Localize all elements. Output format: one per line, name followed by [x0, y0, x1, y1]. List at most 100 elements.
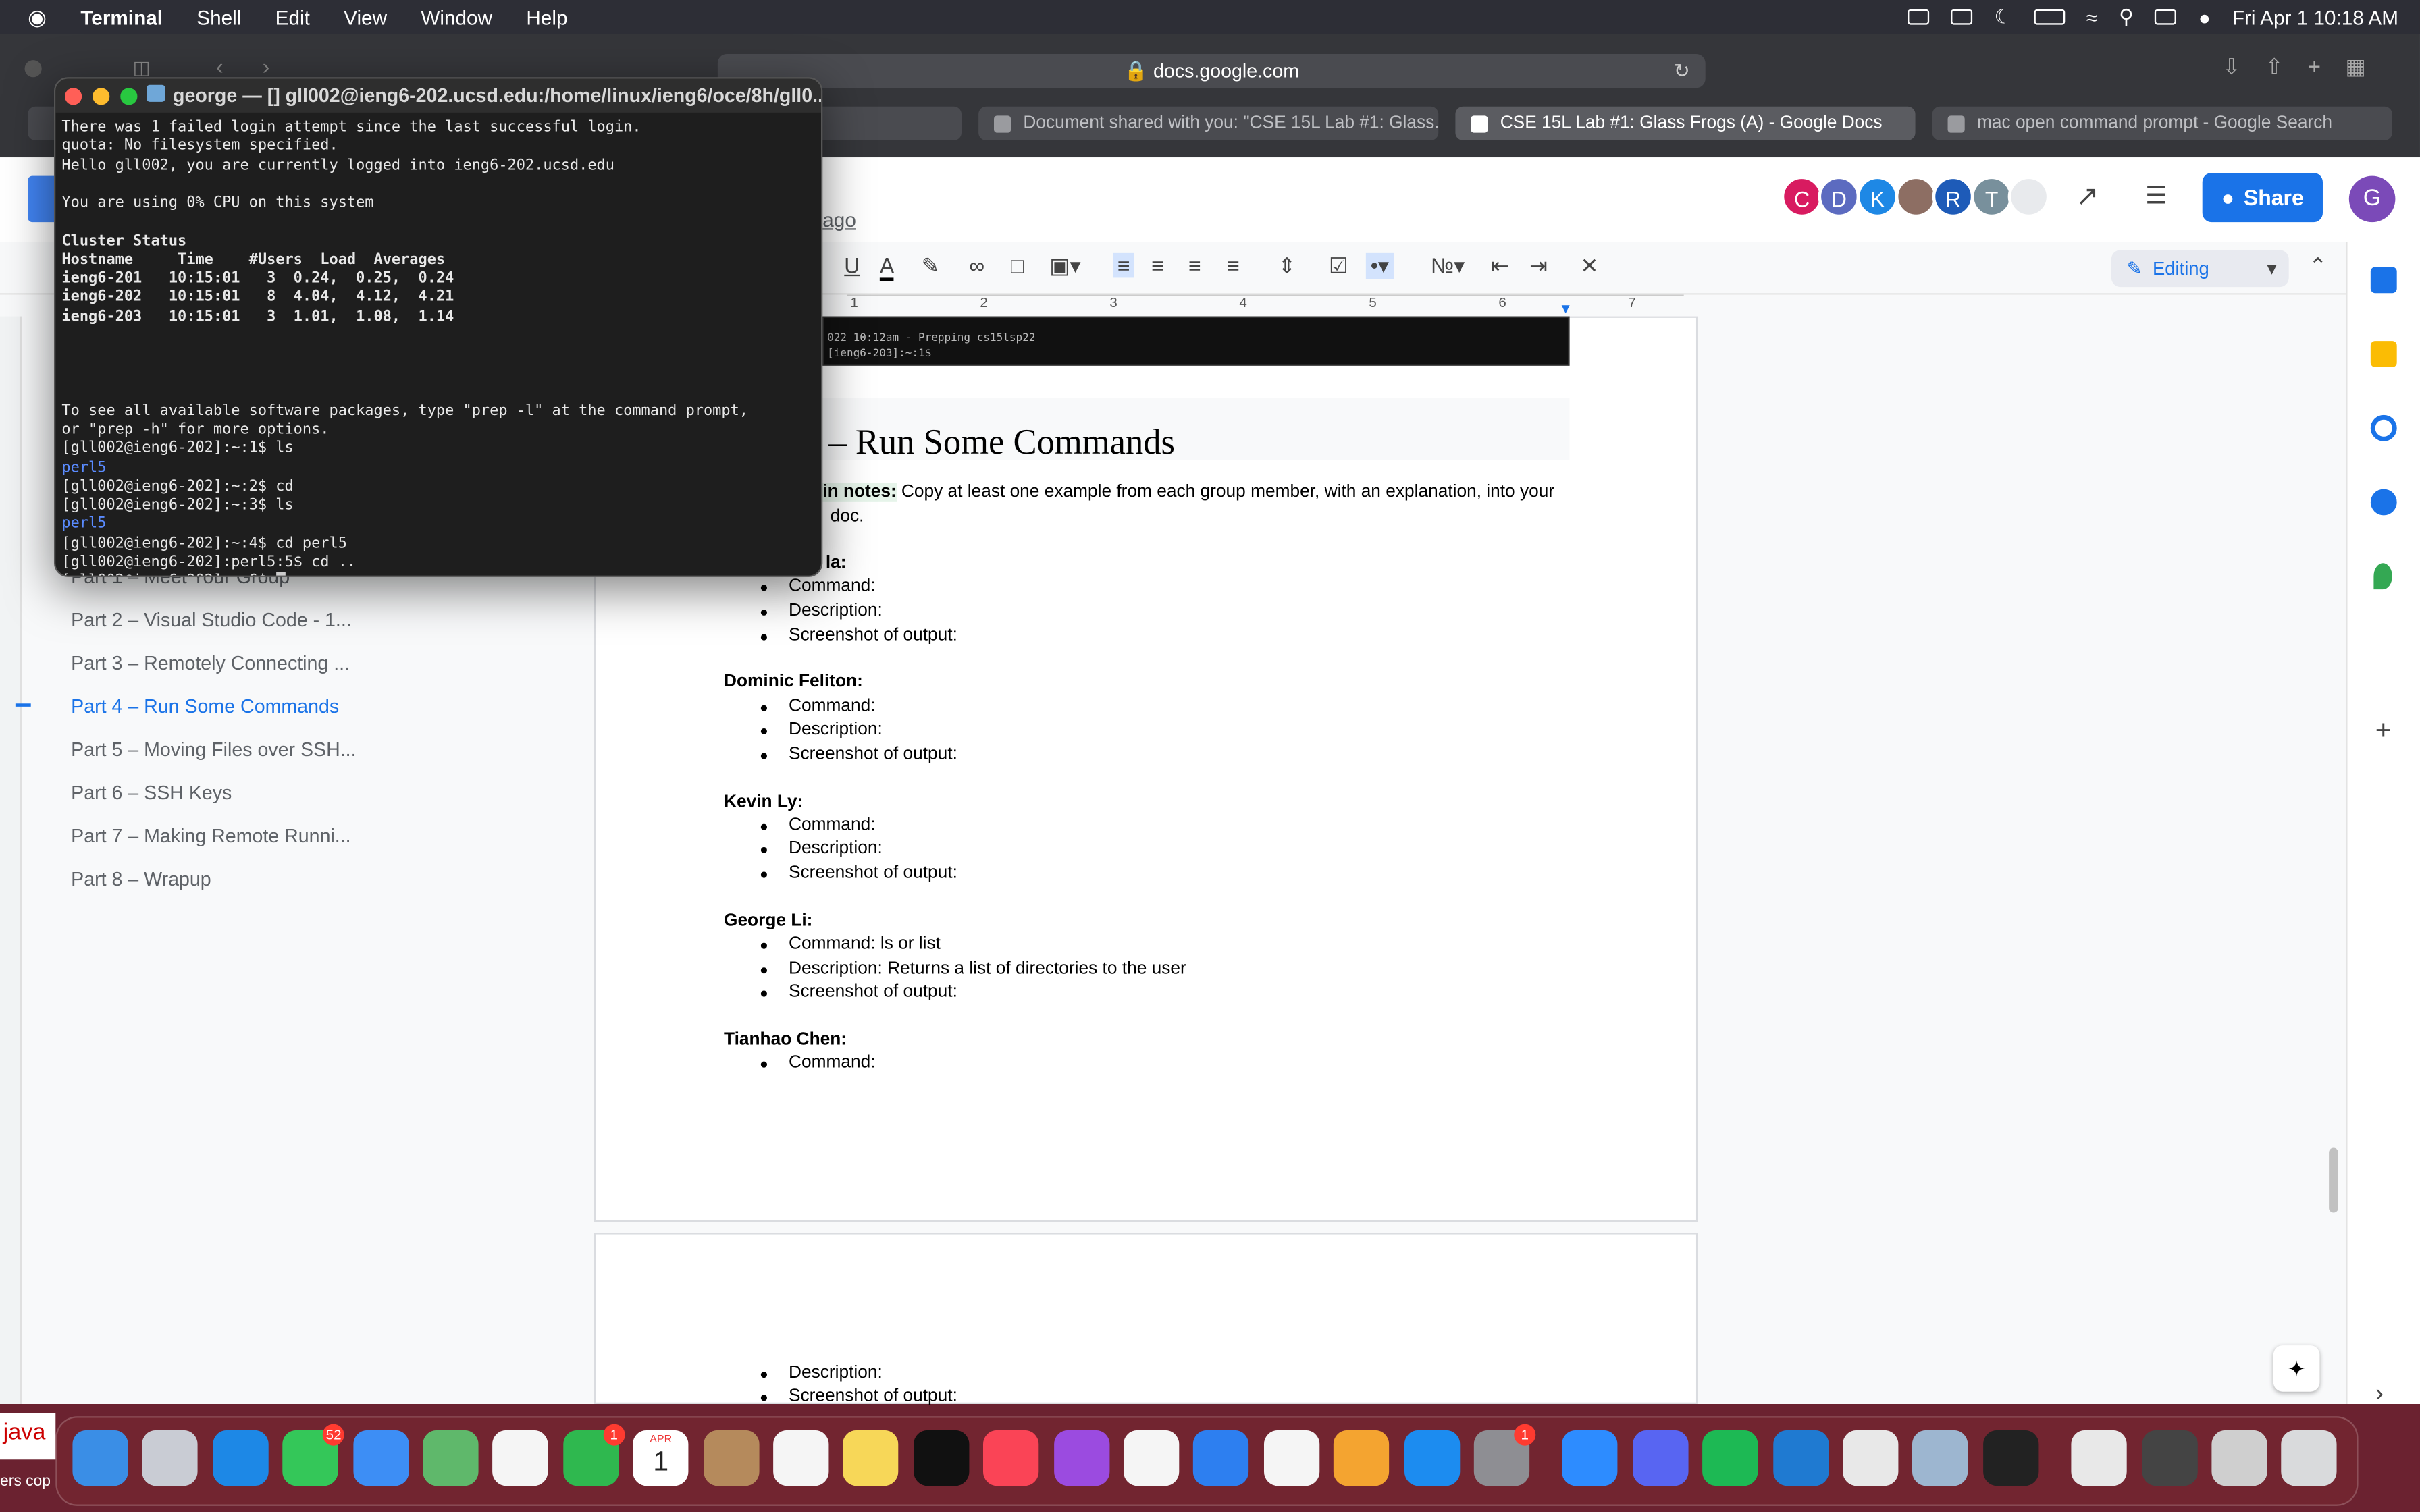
collaborator-avatar[interactable]: K — [1856, 176, 1899, 218]
justify-icon[interactable]: ≡ — [1227, 253, 1240, 278]
maps-icon[interactable] — [423, 1430, 479, 1486]
music-icon[interactable] — [983, 1430, 1039, 1486]
back-icon[interactable]: ‹ — [216, 54, 223, 79]
facetime-icon[interactable]: 1 — [562, 1424, 625, 1486]
menu-app-name[interactable]: Terminal — [80, 5, 163, 28]
calendar-app-icon[interactable] — [2370, 267, 2397, 294]
minimize-button[interactable] — [93, 88, 110, 105]
outline-item-part-6[interactable]: Part 6 – SSH Keys — [71, 782, 232, 804]
menu-edit[interactable]: Edit — [275, 5, 310, 28]
collaborator-avatar[interactable]: T — [1970, 176, 2013, 218]
screenshot-icon[interactable] — [2141, 1430, 2197, 1486]
battery-icon[interactable] — [2034, 9, 2065, 25]
messages-icon[interactable]: 52 — [282, 1424, 345, 1486]
zoom-button[interactable] — [120, 88, 138, 105]
line-spacing-icon[interactable]: ⇕ — [1278, 253, 1296, 279]
pages-icon[interactable] — [1334, 1430, 1390, 1486]
trash-icon[interactable] — [2282, 1430, 2338, 1486]
wifi-icon[interactable]: ≈ — [2086, 5, 2097, 28]
align-right-icon[interactable]: ≡ — [1188, 253, 1201, 278]
keynote-icon[interactable] — [1193, 1430, 1250, 1486]
podcasts-icon[interactable] — [1053, 1430, 1109, 1486]
new-tab-icon[interactable]: + — [2308, 54, 2321, 80]
finder-icon[interactable] — [72, 1430, 128, 1486]
search-icon[interactable]: ⚲ — [2119, 5, 2134, 30]
document-icon[interactable] — [2071, 1430, 2128, 1486]
collaborator-avatar[interactable] — [1895, 176, 1937, 218]
apple-icon[interactable]: ◉ — [28, 4, 47, 30]
close-button[interactable] — [64, 88, 82, 105]
terminal-window[interactable]: george — [] gll002@ieng6-202.ucsd.edu:/h… — [53, 77, 823, 577]
download-icon[interactable]: ⇩ — [2222, 54, 2240, 80]
zoom-icon[interactable] — [1562, 1430, 1619, 1486]
reload-icon[interactable]: ↻ — [1674, 54, 1690, 88]
clear-formatting-icon[interactable]: ✕ — [1581, 253, 1599, 279]
preview-icon[interactable] — [1912, 1430, 1969, 1486]
link-icon[interactable]: ∞ — [969, 253, 984, 278]
outline-item-part-2[interactable]: Part 2 – Visual Studio Code - 1... — [71, 610, 352, 631]
indent-marker[interactable]: ▼ — [1559, 301, 1573, 317]
spotify-icon[interactable] — [1702, 1430, 1758, 1486]
underline-icon[interactable]: U — [844, 253, 860, 278]
sidebar-toggle-icon[interactable]: ◫ — [133, 57, 151, 79]
menu-window[interactable]: Window — [421, 5, 492, 28]
contacts-app-icon[interactable] — [2370, 489, 2397, 516]
script-editor-icon[interactable] — [1843, 1430, 1899, 1486]
collaborator-avatar[interactable]: R — [1932, 176, 1974, 218]
bulleted-list-icon[interactable]: •▾ — [1365, 252, 1394, 279]
tab-google-search[interactable]: mac open command prompt - Google Search — [1932, 106, 2392, 140]
tab-document-shared[interactable]: Document shared with you: "CSE 15L Lab #… — [978, 106, 1439, 140]
tab-overview-icon[interactable]: ▦ — [2345, 54, 2365, 80]
document-page-2[interactable] — [594, 1233, 1698, 1404]
highlight-icon[interactable]: ✎ — [922, 253, 940, 279]
collaborator-avatar[interactable]: C — [1781, 176, 1823, 218]
collapse-icon[interactable]: ⌃ — [2309, 253, 2327, 279]
checklist-icon[interactable]: ☑ — [1329, 253, 1348, 279]
terminal-output[interactable]: There was 1 failed login attempt since t… — [61, 119, 818, 576]
vscode-icon[interactable] — [1772, 1430, 1829, 1486]
siri-icon[interactable]: ● — [2199, 5, 2211, 28]
reminders-icon[interactable] — [773, 1430, 829, 1486]
outline-item-part-5[interactable]: Part 5 – Moving Files over SSH... — [71, 739, 356, 761]
java-window-thumbnail[interactable]: java — [0, 1413, 56, 1460]
outline-item-part-4[interactable]: Part 4 – Run Some Commands — [71, 696, 339, 718]
news-icon[interactable] — [1123, 1430, 1180, 1486]
forward-icon[interactable]: › — [263, 54, 270, 79]
last-edit-link[interactable]: ago — [822, 209, 856, 232]
increase-indent-icon[interactable]: ⇥ — [1529, 253, 1548, 279]
contacts-icon[interactable] — [703, 1430, 759, 1486]
share-icon[interactable]: ⇧ — [2265, 54, 2284, 80]
numbers-icon[interactable] — [1263, 1430, 1319, 1486]
activity-icon[interactable]: ↗ — [2076, 180, 2099, 213]
browser-close-button[interactable] — [24, 60, 42, 78]
outline-item-part-8[interactable]: Part 8 – Wrapup — [71, 869, 211, 890]
account-avatar[interactable]: G — [2348, 176, 2396, 223]
decrease-indent-icon[interactable]: ⇤ — [1491, 253, 1509, 279]
share-button[interactable]: ● Share — [2202, 172, 2323, 223]
discord-icon[interactable] — [1632, 1430, 1689, 1486]
terminal-icon[interactable] — [1982, 1430, 2038, 1486]
scrollbar-thumb[interactable] — [2329, 1148, 2338, 1213]
comments-icon[interactable]: ☰ — [2145, 180, 2167, 211]
expand-panel-icon[interactable]: › — [2375, 1381, 2384, 1409]
align-center-icon[interactable]: ≡ — [1151, 253, 1164, 278]
downloads-icon[interactable] — [2211, 1430, 2267, 1486]
system-preferences-icon[interactable]: 1 — [1473, 1424, 1536, 1486]
tv-icon[interactable] — [913, 1430, 969, 1486]
menu-help[interactable]: Help — [526, 5, 567, 28]
outline-item-part-7[interactable]: Part 7 – Making Remote Runni... — [71, 826, 350, 847]
align-left-icon[interactable]: ≡ — [1112, 252, 1135, 278]
tasks-app-icon[interactable] — [2370, 414, 2397, 441]
collaborator-avatar[interactable] — [2007, 176, 2050, 218]
add-addon-icon[interactable]: + — [2375, 714, 2392, 747]
text-color-icon[interactable]: A — [879, 253, 895, 281]
editing-mode-dropdown[interactable]: ✎ Editing ▾ — [2111, 250, 2289, 288]
explore-icon[interactable]: ✦ — [2273, 1345, 2320, 1392]
launchpad-icon[interactable] — [142, 1430, 199, 1486]
clock[interactable]: Fri Apr 1 10:18 AM — [2232, 5, 2398, 28]
control-center-icon[interactable] — [2155, 9, 2177, 25]
menu-shell[interactable]: Shell — [196, 5, 241, 28]
url-bar[interactable]: 🔒 docs.google.com ↻ — [717, 53, 1706, 88]
keyboard-icon[interactable] — [1951, 9, 1973, 25]
collaborator-avatar[interactable]: D — [1818, 176, 1860, 218]
